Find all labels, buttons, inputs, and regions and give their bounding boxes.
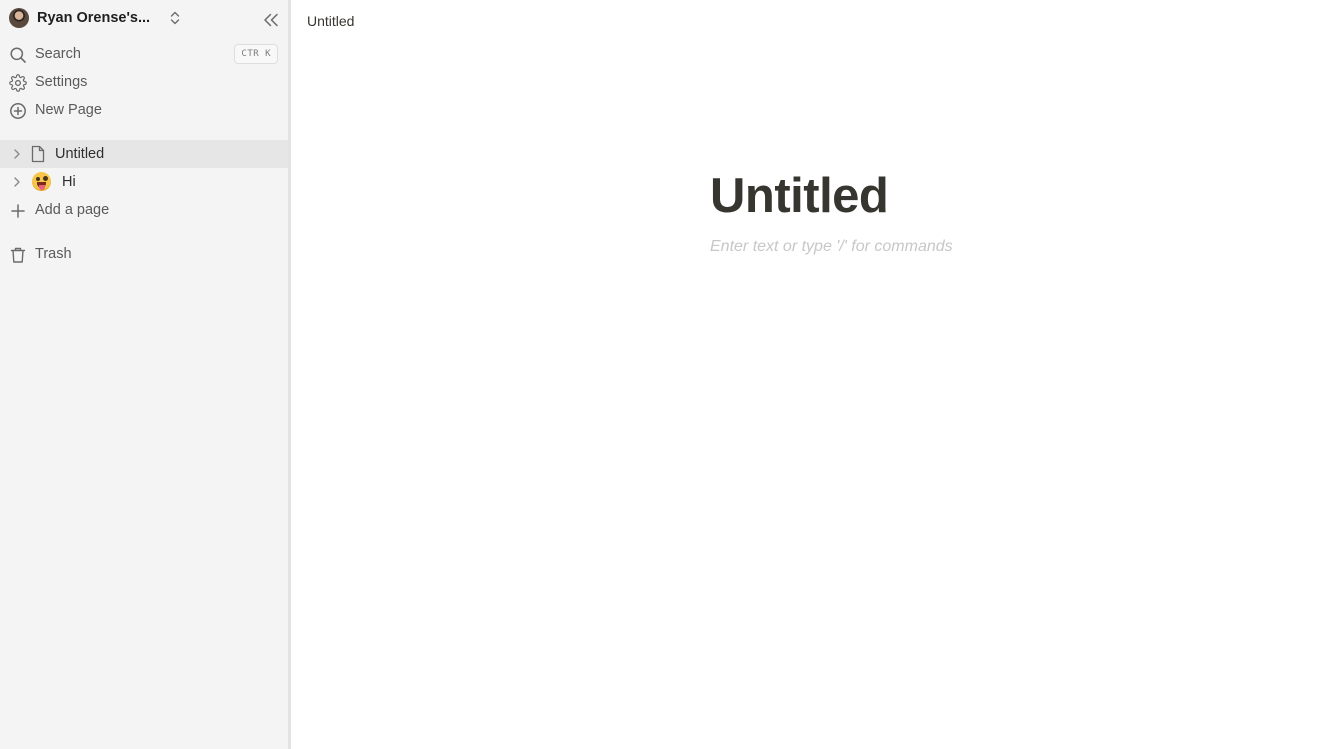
chevron-up-down-icon[interactable] <box>168 10 182 26</box>
sidebar-item-label: New Page <box>35 102 102 118</box>
sidebar-item-label: Trash <box>35 246 72 262</box>
sidebar-page-label: Untitled <box>55 146 105 162</box>
add-page-button[interactable]: Add a page <box>0 196 288 224</box>
plus-circle-icon <box>9 102 27 120</box>
workspace-switcher[interactable]: Ryan Orense's... <box>0 0 288 36</box>
double-chevron-left-icon[interactable] <box>262 12 280 28</box>
sidebar: Ryan Orense's... Search CTR K Settings N… <box>0 0 288 749</box>
main-content: Untitled Untitled Enter text or type '/'… <box>291 0 1328 749</box>
sidebar-item-settings[interactable]: Settings <box>0 68 288 96</box>
app-window: Ryan Orense's... Search CTR K Settings N… <box>0 0 1328 749</box>
workspace-name: Ryan Orense's... <box>37 10 151 26</box>
user-avatar <box>9 8 29 28</box>
sidebar-item-search[interactable]: Search CTR K <box>0 40 288 68</box>
editor-input[interactable]: Enter text or type '/' for commands <box>710 238 953 256</box>
sidebar-page-label: Hi <box>62 174 76 190</box>
chevron-right-icon[interactable] <box>11 176 23 188</box>
add-page-label: Add a page <box>35 202 110 218</box>
document-icon <box>30 145 46 163</box>
sidebar-page-hi[interactable]: Hi <box>0 168 288 196</box>
plus-icon <box>9 202 27 220</box>
crazy-face-emoji-icon <box>32 172 51 191</box>
sidebar-item-label: Settings <box>35 74 88 90</box>
sidebar-item-trash[interactable]: Trash <box>0 240 288 268</box>
search-icon <box>9 46 27 64</box>
page-title[interactable]: Untitled <box>710 168 889 224</box>
breadcrumb[interactable]: Untitled <box>307 13 354 29</box>
chevron-right-icon[interactable] <box>11 148 23 160</box>
trash-icon <box>9 246 27 264</box>
sidebar-page-untitled[interactable]: Untitled <box>0 140 288 168</box>
search-shortcut-badge: CTR K <box>234 44 278 64</box>
sidebar-item-new-page[interactable]: New Page <box>0 96 288 124</box>
gear-icon <box>9 74 27 92</box>
sidebar-item-label: Search <box>35 46 81 62</box>
